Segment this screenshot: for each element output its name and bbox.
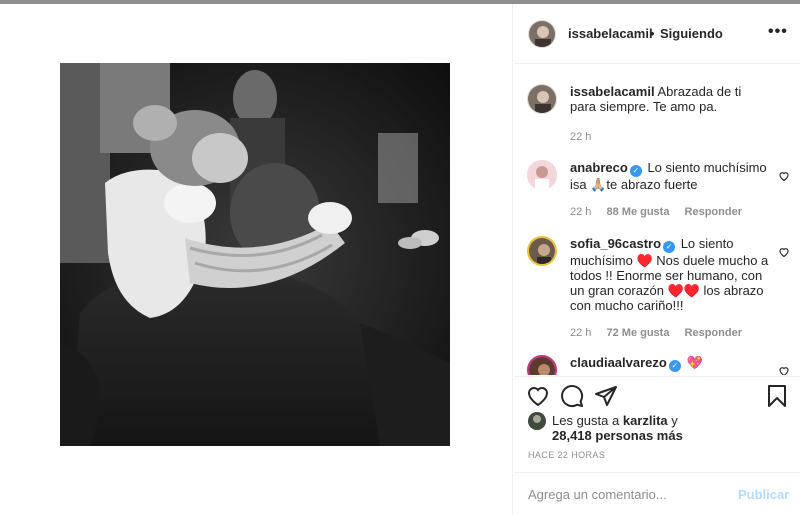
caption-meta: 22 h (570, 131, 603, 143)
liker-username[interactable]: karzlita (623, 413, 668, 428)
comment-username[interactable]: sofia_96castro (570, 236, 661, 251)
post-media-panel (0, 4, 513, 515)
post-timestamp[interactable]: HACE 22 HORAS (528, 450, 605, 460)
reply-button[interactable]: Responder (685, 327, 742, 339)
verified-badge-icon: ✓ (663, 241, 676, 253)
author-username[interactable]: issabelacamil (568, 26, 653, 41)
comment-avatar[interactable] (527, 355, 557, 375)
comment-text-block: claudiaalvarezo ✓ 💖 (570, 355, 770, 372)
comment-icon[interactable] (560, 384, 584, 408)
comment-meta: 22 h 72 Me gusta Responder (570, 327, 754, 339)
following-button[interactable]: Siguiendo (660, 26, 723, 41)
caption-time[interactable]: 22 h (570, 131, 591, 143)
comments-list[interactable]: issabelacamil Abrazada de ti para siempr… (514, 64, 800, 375)
likes-prefix: Les gusta a (552, 413, 620, 428)
post-side-panel: issabelacamil • Siguiendo ••• issabelaca… (514, 4, 800, 515)
comment-text-block: sofia_96castro ✓ Lo siento muchísimo ♥️ N… (570, 236, 770, 313)
caption-text-block: issabelacamil Abrazada de ti para siempr… (570, 84, 770, 114)
verified-badge-icon: ✓ (629, 165, 642, 177)
likes-line: Les gusta a karzlita y (552, 413, 678, 428)
caption-username[interactable]: issabelacamil (570, 84, 655, 99)
comment-heart-icon[interactable] (778, 365, 790, 375)
comment-heart-icon[interactable] (778, 170, 790, 182)
comment-username[interactable]: anabreco (570, 160, 628, 175)
comment-input[interactable] (528, 487, 728, 502)
comment-heart-icon[interactable] (778, 246, 790, 258)
comment-likes[interactable]: 88 Me gusta (606, 206, 669, 218)
likes-suffix: y (671, 413, 678, 428)
post-photo[interactable] (60, 63, 450, 446)
heart-icon[interactable] (526, 384, 550, 408)
author-avatar[interactable] (528, 20, 556, 48)
comment-time[interactable]: 22 h (570, 206, 591, 218)
verified-badge-icon: ✓ (668, 360, 681, 372)
comment-likes[interactable]: 72 Me gusta (606, 327, 669, 339)
add-comment-bar: Publicar (514, 472, 800, 515)
comment-avatar[interactable] (527, 236, 557, 266)
caption-avatar[interactable] (527, 84, 557, 114)
bookmark-icon[interactable] (766, 384, 788, 408)
comment-username[interactable]: claudiaalvarezo (570, 355, 667, 370)
header-separator: • (650, 26, 655, 41)
liker-avatar[interactable] (528, 412, 546, 430)
publish-button[interactable]: Publicar (738, 487, 789, 502)
comment-time[interactable]: 22 h (570, 327, 591, 339)
paper-plane-icon[interactable] (594, 384, 618, 408)
more-options-icon[interactable]: ••• (768, 23, 788, 41)
comment-text: 💖 (686, 355, 703, 370)
actions-divider (514, 376, 800, 377)
comment-text-block: anabreco ✓ Lo siento muchísimo isa 🙏🏼te a… (570, 160, 770, 192)
post-header: issabelacamil • Siguiendo ••• (514, 4, 800, 64)
comment-meta: 22 h 88 Me gusta Responder (570, 206, 754, 218)
likes-count[interactable]: 28,418 personas más (552, 428, 683, 443)
reply-button[interactable]: Responder (685, 206, 742, 218)
comment-avatar[interactable] (527, 160, 557, 190)
